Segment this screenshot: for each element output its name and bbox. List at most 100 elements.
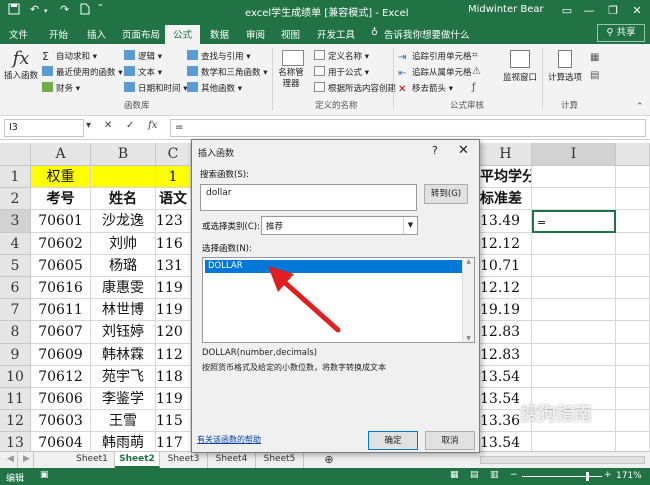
cell-i[interactable]: [532, 166, 616, 189]
cell-c2[interactable]: 语文: [156, 188, 191, 211]
add-sheet-icon[interactable]: ⊕: [320, 452, 338, 468]
sheet-tab-5[interactable]: Sheet5: [256, 452, 304, 468]
cell-i[interactable]: [532, 254, 616, 277]
column-header-h[interactable]: H: [480, 143, 532, 166]
cell-j[interactable]: [616, 365, 650, 388]
cell-j[interactable]: [616, 277, 650, 300]
cell-i[interactable]: [532, 343, 616, 366]
column-header-i[interactable]: I: [532, 143, 616, 166]
dialog-close-icon[interactable]: ✕: [458, 143, 469, 158]
ok-button[interactable]: 确定: [368, 431, 418, 450]
financial-button[interactable]: 财务 ▾: [42, 82, 80, 94]
sheet-tab-4[interactable]: Sheet4: [208, 452, 256, 468]
row-header[interactable]: 8: [0, 321, 31, 344]
cell-b[interactable]: 韩林霖: [91, 343, 156, 366]
calc-sheet-icon[interactable]: ▤: [590, 70, 599, 81]
restore-icon[interactable]: ❐: [602, 2, 624, 20]
cell-a[interactable]: 70603: [31, 410, 91, 433]
cell-j[interactable]: [616, 188, 650, 211]
function-search-input[interactable]: dollar: [200, 184, 417, 211]
more-functions-button[interactable]: 其他函数 ▾: [187, 82, 242, 94]
cell-c[interactable]: 112: [156, 343, 191, 366]
select-all-corner[interactable]: [0, 143, 31, 166]
cell-j[interactable]: [616, 410, 650, 433]
cell-b[interactable]: 沙龙逸: [91, 210, 156, 233]
minimize-icon[interactable]: —: [578, 2, 600, 20]
function-list-scrollbar[interactable]: ▲ ▼: [462, 258, 474, 342]
tab-data[interactable]: 数据: [210, 27, 229, 41]
math-trig-button[interactable]: 数学和三角函数 ▾: [187, 66, 267, 78]
cell-a[interactable]: 70602: [31, 232, 91, 255]
name-manager-button[interactable]: 名称管理器: [276, 50, 310, 90]
cancel-icon[interactable]: ✕: [104, 120, 112, 131]
scroll-down-icon[interactable]: ▼: [463, 335, 474, 342]
cell-a[interactable]: 70616: [31, 277, 91, 300]
cell-i[interactable]: [532, 299, 616, 322]
calc-options-button[interactable]: 计算选项: [545, 50, 585, 83]
collapse-ribbon-icon[interactable]: ⌃: [636, 102, 644, 112]
cell-h[interactable]: 12.83: [480, 321, 532, 344]
cell-j[interactable]: [616, 388, 650, 411]
column-header-a[interactable]: A: [31, 143, 91, 166]
zoom-in-icon[interactable]: +: [604, 470, 612, 480]
cell-b2[interactable]: 姓名: [91, 188, 156, 211]
fx-icon[interactable]: fx: [148, 120, 157, 131]
cell-b[interactable]: 康惠雯: [91, 277, 156, 300]
sheet-tab-3[interactable]: Sheet3: [160, 452, 208, 468]
cell-i[interactable]: [532, 321, 616, 344]
formula-input[interactable]: =: [170, 119, 646, 137]
cell-h[interactable]: 19.19: [480, 299, 532, 322]
cell-b[interactable]: 李鉴学: [91, 388, 156, 411]
zoom-slider[interactable]: [522, 476, 602, 477]
text-button[interactable]: 文本 ▾: [124, 66, 162, 78]
cell-h[interactable]: 12.12: [480, 277, 532, 300]
calc-now-icon[interactable]: ▦: [590, 52, 599, 63]
cell-b[interactable]: 林世博: [91, 299, 156, 322]
logical-button[interactable]: 逻辑 ▾: [124, 50, 162, 62]
tab-home[interactable]: 开始: [49, 27, 68, 41]
new-file-icon[interactable]: [80, 3, 90, 18]
row-header[interactable]: 9: [0, 343, 31, 366]
normal-view-icon[interactable]: ▦: [450, 470, 459, 480]
row-header[interactable]: 5: [0, 254, 31, 277]
save-icon[interactable]: [8, 3, 20, 18]
close-icon[interactable]: ✕: [626, 2, 648, 20]
row-header[interactable]: 2: [0, 188, 31, 211]
tab-file[interactable]: 文件: [9, 27, 28, 41]
cell-c[interactable]: 131: [156, 254, 191, 277]
create-from-selection-button[interactable]: 根据所选内容创建: [314, 82, 396, 94]
cell-c[interactable]: 115: [156, 410, 191, 433]
cell-c[interactable]: 116: [156, 232, 191, 255]
show-formulas-icon[interactable]: ⌗: [472, 50, 478, 61]
sheet-tab-1[interactable]: Sheet1: [70, 452, 115, 468]
name-box[interactable]: I3: [4, 119, 84, 137]
zoom-level[interactable]: 171%: [616, 471, 642, 481]
cell-a[interactable]: 70609: [31, 343, 91, 366]
scroll-up-icon[interactable]: ▲: [463, 258, 474, 265]
row-header[interactable]: 12: [0, 410, 31, 433]
cell-h[interactable]: 12.83: [480, 343, 532, 366]
tab-formulas[interactable]: 公式: [165, 25, 201, 44]
cell-a[interactable]: 70601: [31, 210, 91, 233]
undo-dropdown-icon[interactable]: ▾: [44, 7, 48, 15]
tab-review[interactable]: 审阅: [246, 27, 265, 41]
use-in-formula-button[interactable]: 用于公式 ▾: [314, 66, 369, 78]
column-header-b[interactable]: B: [91, 143, 156, 166]
help-icon[interactable]: ?: [432, 144, 438, 157]
sheet-tab-2[interactable]: Sheet2: [115, 452, 160, 468]
tab-insert[interactable]: 插入: [87, 27, 106, 41]
datetime-button[interactable]: 日期和时间 ▾: [124, 82, 187, 94]
cell-h[interactable]: 10.71: [480, 254, 532, 277]
cell-j[interactable]: [616, 254, 650, 277]
lookup-button[interactable]: 查找与引用 ▾: [187, 50, 250, 62]
remove-arrows-button[interactable]: ✕ 移去箭头 ▾: [398, 82, 453, 95]
row-header[interactable]: 11: [0, 388, 31, 411]
cell-h[interactable]: 13.54: [480, 365, 532, 388]
row-header[interactable]: 3: [0, 210, 31, 233]
page-layout-view-icon[interactable]: ▤: [470, 470, 479, 480]
cell-j[interactable]: [616, 299, 650, 322]
page-break-view-icon[interactable]: ▥: [490, 470, 499, 480]
column-header-c[interactable]: C: [156, 143, 191, 166]
active-cell-i3[interactable]: =: [532, 210, 616, 233]
cell-b[interactable]: 王雪: [91, 410, 156, 433]
